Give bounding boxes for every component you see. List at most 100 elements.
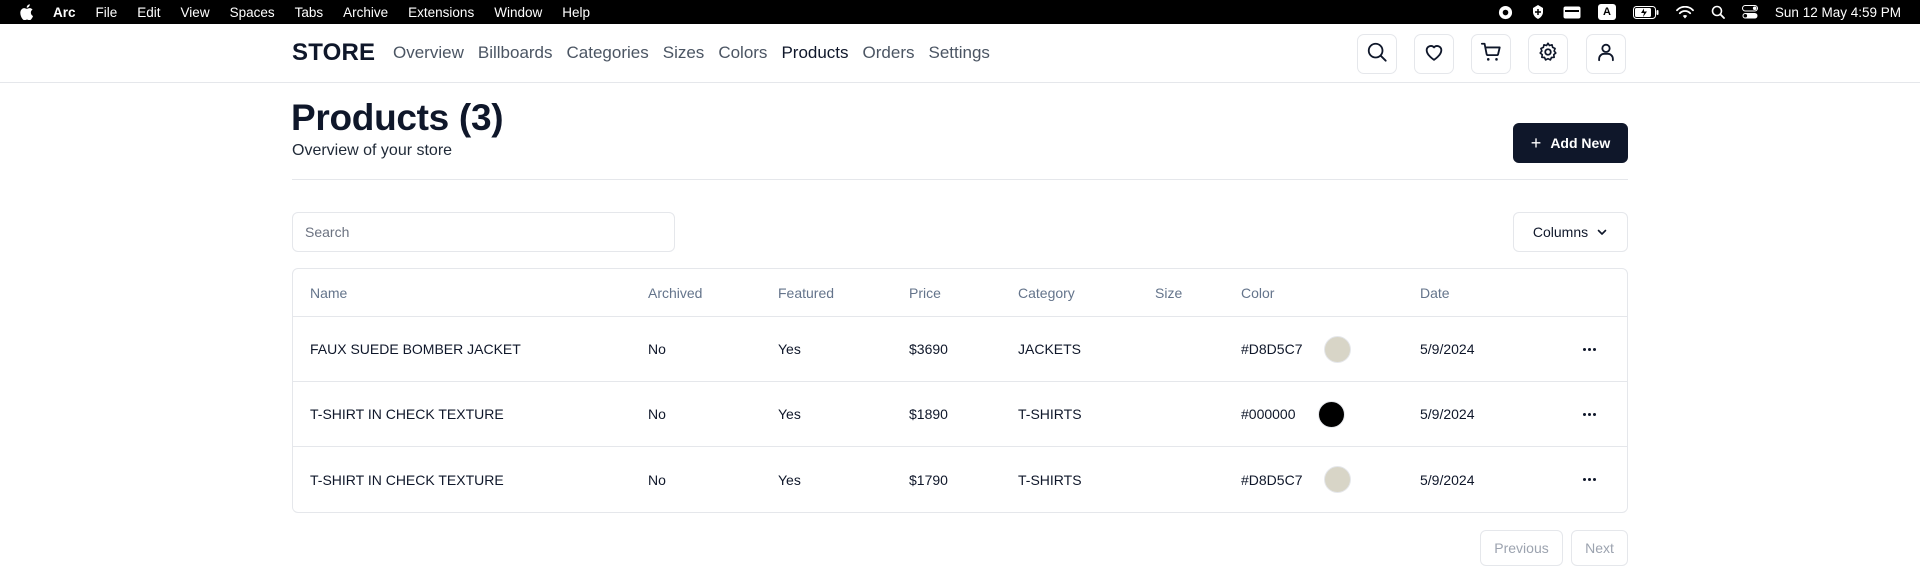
color-hex: #D8D5C7 [1241, 471, 1303, 488]
heart-icon [1423, 41, 1445, 68]
nav-colors[interactable]: Colors [718, 43, 767, 63]
column-header-category[interactable]: Category [1018, 269, 1075, 316]
menu-extensions[interactable]: Extensions [408, 5, 474, 20]
cart-button[interactable] [1471, 34, 1511, 74]
chevron-down-icon [1596, 226, 1608, 238]
nav-overview[interactable]: Overview [393, 43, 464, 63]
menu-help[interactable]: Help [562, 5, 590, 20]
color-hex: #000000 [1241, 406, 1296, 422]
more-horizontal-icon [1583, 412, 1596, 416]
menu-app-name[interactable]: Arc [53, 5, 76, 20]
heading-divider [292, 179, 1628, 180]
search-button[interactable] [1357, 34, 1397, 74]
row-actions-button[interactable] [1583, 447, 1596, 512]
cell-archived: No [648, 471, 666, 488]
menu-spaces[interactable]: Spaces [230, 5, 275, 20]
cell-date: 5/9/2024 [1420, 341, 1475, 357]
columns-label: Columns [1532, 224, 1589, 240]
color-swatch [1324, 335, 1352, 363]
cell-price: $1890 [909, 406, 948, 422]
store-logo[interactable]: STORE [292, 39, 375, 67]
columns-button[interactable]: Columns [1513, 212, 1628, 252]
column-header-date[interactable]: Date [1420, 269, 1450, 316]
vpn-icon[interactable] [1530, 4, 1546, 20]
cell-price: $1790 [909, 471, 948, 488]
menu-view[interactable]: View [181, 5, 210, 20]
menu-bar-clock[interactable]: Sun 12 May 4:59 PM [1775, 5, 1901, 20]
nav-sizes[interactable]: Sizes [663, 43, 705, 63]
menu-bar-status-area: A Sun 12 May 4:59 PM [1481, 0, 1901, 24]
account-button[interactable] [1586, 34, 1626, 74]
user-icon [1595, 41, 1617, 68]
cell-name: T-SHIRT IN CHECK TEXTURE [310, 471, 504, 488]
row-actions-button[interactable] [1583, 382, 1596, 446]
cell-featured: Yes [778, 406, 801, 422]
color-hex: #D8D5C7 [1241, 341, 1303, 357]
search-input[interactable] [292, 212, 675, 252]
cart-icon [1480, 41, 1502, 68]
next-page-button[interactable]: Next [1571, 530, 1628, 566]
cell-price: $3690 [909, 341, 948, 357]
color-swatch [1317, 400, 1345, 428]
wifi-icon[interactable] [1676, 5, 1694, 19]
menu-file[interactable]: File [96, 5, 118, 20]
page-subtitle: Overview of your store [292, 142, 453, 159]
menu-window[interactable]: Window [494, 5, 542, 20]
more-horizontal-icon [1583, 347, 1596, 351]
row-actions-button[interactable] [1583, 317, 1596, 381]
cell-date: 5/9/2024 [1420, 471, 1475, 488]
cell-name: T-SHIRT IN CHECK TEXTURE [310, 406, 504, 422]
cell-category: T-SHIRTS [1018, 471, 1082, 488]
previous-page-button[interactable]: Previous [1480, 530, 1563, 566]
cell-archived: No [648, 341, 666, 357]
cell-name: FAUX SUEDE BOMBER JACKET [310, 341, 521, 357]
battery-icon[interactable] [1632, 5, 1659, 19]
column-header-featured[interactable]: Featured [778, 269, 834, 316]
table-row[interactable]: T-SHIRT IN CHECK TEXTURE No Yes $1890 T-… [293, 382, 1627, 447]
cell-color: #000000 [1241, 382, 1345, 446]
wishlist-button[interactable] [1414, 34, 1454, 74]
menu-edit[interactable]: Edit [137, 5, 160, 20]
cell-category: T-SHIRTS [1018, 406, 1082, 422]
cell-color: #D8D5C7 [1241, 447, 1352, 512]
table-row[interactable]: FAUX SUEDE BOMBER JACKET No Yes $3690 JA… [293, 317, 1627, 382]
macos-menu-bar: Arc File Edit View Spaces Tabs Archive E… [0, 0, 1920, 24]
spotlight-icon[interactable] [1711, 5, 1725, 19]
store-header: STORE Overview Billboards Categories Siz… [0, 24, 1920, 83]
record-icon[interactable] [1498, 5, 1513, 20]
nav-orders[interactable]: Orders [863, 43, 915, 63]
column-header-name[interactable]: Name [310, 269, 347, 316]
nav-products[interactable]: Products [781, 43, 848, 63]
main-nav: Overview Billboards Categories Sizes Col… [393, 43, 1004, 63]
cell-category: JACKETS [1018, 341, 1082, 357]
table-header-row: Name Archived Featured Price Category Si… [293, 269, 1627, 317]
cell-color: #D8D5C7 [1241, 317, 1352, 381]
input-source-label: A [1597, 4, 1616, 20]
add-new-button[interactable]: + Add New [1513, 123, 1628, 163]
search-icon [1366, 41, 1388, 68]
settings-button[interactable] [1528, 34, 1568, 74]
more-horizontal-icon [1583, 478, 1596, 481]
cell-featured: Yes [778, 341, 801, 357]
menu-archive[interactable]: Archive [343, 5, 388, 20]
card-icon[interactable] [1563, 6, 1581, 19]
column-header-archived[interactable]: Archived [648, 269, 702, 316]
column-header-color[interactable]: Color [1241, 269, 1274, 316]
input-source-icon[interactable]: A [1597, 4, 1616, 20]
menu-tabs[interactable]: Tabs [295, 5, 324, 20]
column-header-price[interactable]: Price [909, 269, 941, 316]
cell-archived: No [648, 406, 666, 422]
products-table: Name Archived Featured Price Category Si… [292, 268, 1628, 513]
nav-settings[interactable]: Settings [929, 43, 990, 63]
gear-icon [1537, 41, 1559, 68]
cell-date: 5/9/2024 [1420, 406, 1475, 422]
apple-logo-icon[interactable] [19, 4, 35, 20]
nav-billboards[interactable]: Billboards [478, 43, 553, 63]
add-new-label: Add New [1550, 135, 1611, 151]
column-header-size[interactable]: Size [1155, 269, 1182, 316]
page-title: Products (3) [291, 97, 504, 138]
nav-categories[interactable]: Categories [567, 43, 649, 63]
plus-icon: + [1530, 133, 1542, 153]
table-row[interactable]: T-SHIRT IN CHECK TEXTURE No Yes $1790 T-… [293, 447, 1627, 512]
control-center-icon[interactable] [1741, 5, 1758, 19]
